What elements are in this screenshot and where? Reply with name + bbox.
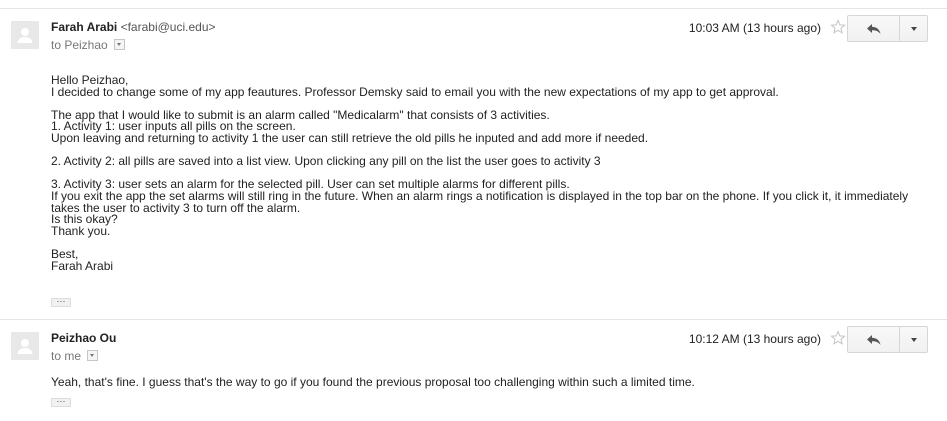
caret-down-icon xyxy=(910,26,917,31)
sender-email: <farabi@uci.edu> xyxy=(120,20,216,34)
reply-button-group xyxy=(847,326,928,353)
message-2: Peizhao Ou to me 10:12 AM (13 hours ago)… xyxy=(0,320,947,421)
star-icon[interactable] xyxy=(830,330,846,346)
recipient-line: to Peizhao xyxy=(51,37,125,53)
show-trimmed-content-button[interactable]: ··· xyxy=(51,397,71,407)
message-body: Hello Peizhao, I decided to change some … xyxy=(51,73,909,273)
reply-button[interactable] xyxy=(847,15,900,42)
sender-avatar-icon[interactable] xyxy=(11,332,39,360)
star-outline-icon xyxy=(830,19,846,34)
message-1: Farah Arabi <farabi@uci.edu> to Peizhao … xyxy=(0,9,947,319)
reply-arrow-icon xyxy=(866,23,880,34)
sender-line: Farah Arabi <farabi@uci.edu> xyxy=(51,19,216,35)
star-icon[interactable] xyxy=(830,19,846,35)
message-timestamp: 10:03 AM (13 hours ago) xyxy=(688,21,821,35)
email-thread: Farah Arabi <farabi@uci.edu> to Peizhao … xyxy=(0,0,947,421)
star-outline-icon xyxy=(830,330,846,345)
message-timestamp: 10:12 AM (13 hours ago) xyxy=(688,332,821,346)
recipient-line: to me xyxy=(51,348,99,364)
reply-button-group xyxy=(847,15,928,42)
show-details-icon[interactable] xyxy=(87,350,99,362)
person-silhouette-icon xyxy=(17,28,33,43)
sender-line: Peizhao Ou xyxy=(51,330,116,346)
reply-button[interactable] xyxy=(847,326,900,353)
reply-arrow-icon xyxy=(866,334,880,345)
recipient-label: to Peizhao xyxy=(51,38,108,52)
message-body: Yeah, that's fine. I guess that's the wa… xyxy=(51,375,695,389)
caret-down-icon xyxy=(910,337,917,342)
sender-name[interactable]: Peizhao Ou xyxy=(51,331,116,345)
show-details-icon[interactable] xyxy=(113,39,125,51)
more-actions-button[interactable] xyxy=(900,15,928,42)
recipient-label: to me xyxy=(51,349,82,363)
sender-name[interactable]: Farah Arabi xyxy=(51,20,117,34)
show-trimmed-content-button[interactable]: ··· xyxy=(51,297,71,307)
sender-avatar-icon[interactable] xyxy=(11,21,39,49)
more-actions-button[interactable] xyxy=(900,326,928,353)
person-silhouette-icon xyxy=(17,339,33,354)
